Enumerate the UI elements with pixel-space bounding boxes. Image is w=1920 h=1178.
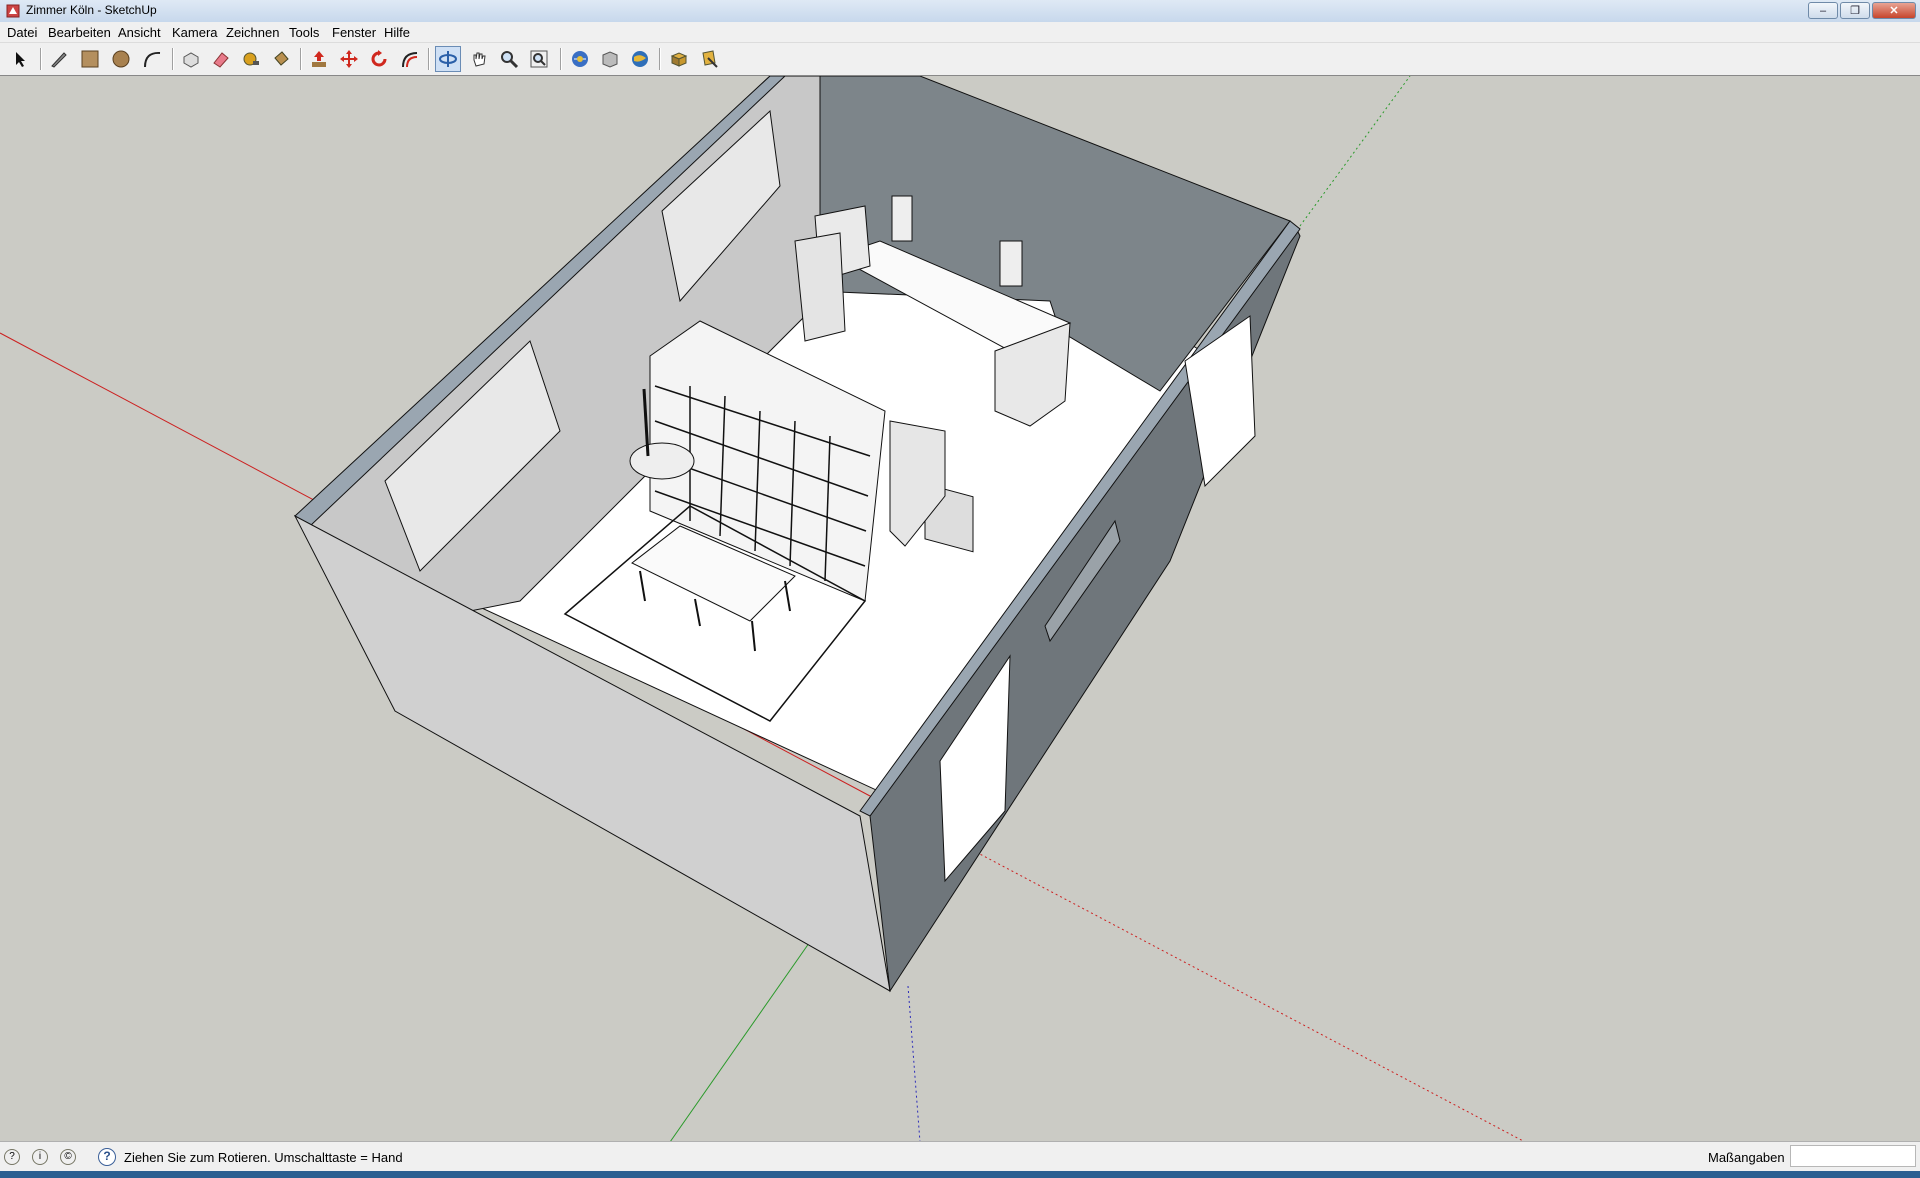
credits-icon[interactable]: i — [32, 1149, 48, 1165]
menu-fenster[interactable]: Fenster — [332, 25, 376, 40]
eraser-icon[interactable] — [208, 46, 234, 72]
speaker-left — [891, 195, 913, 242]
measurements-label: Maßangaben — [1708, 1150, 1785, 1165]
pan-hand-icon[interactable] — [466, 46, 492, 72]
arc-icon[interactable] — [139, 46, 165, 72]
speaker-right — [999, 240, 1023, 287]
select-tool-icon[interactable] — [8, 46, 34, 72]
menu-bearbeiten[interactable]: Bearbeiten — [48, 25, 111, 40]
menu-hilfe[interactable]: Hilfe — [384, 25, 410, 40]
make-component-icon[interactable] — [178, 46, 204, 72]
move-icon[interactable] — [336, 46, 362, 72]
window-title: Zimmer Köln - SketchUp — [26, 3, 157, 17]
status-bar: ? i © ? Ziehen Sie zum Rotieren. Umschal… — [0, 1141, 1920, 1172]
get-models-icon[interactable] — [567, 46, 593, 72]
zoom-extents-icon[interactable] — [526, 46, 552, 72]
sign-in-icon[interactable]: © — [60, 1149, 76, 1165]
minimize-button[interactable]: – — [1808, 2, 1838, 19]
rotate-icon[interactable] — [366, 46, 392, 72]
close-button[interactable]: ✕ — [1872, 2, 1916, 19]
geolocation-icon[interactable]: ? — [4, 1149, 20, 1165]
rectangle-icon[interactable] — [77, 46, 103, 72]
floor-lamp-base — [629, 442, 695, 480]
orbit-icon[interactable] — [435, 46, 461, 72]
sketchup-app-icon — [6, 4, 20, 18]
3d-viewport[interactable] — [0, 75, 1920, 1142]
green-axis — [669, 915, 829, 1142]
paint-bucket-icon[interactable] — [268, 46, 294, 72]
main-toolbar — [0, 43, 1920, 76]
title-bar: Zimmer Köln - SketchUp – ❐ ✕ — [0, 0, 1920, 23]
blue-axis-dotted — [907, 985, 921, 1142]
menu-tools[interactable]: Tools — [289, 25, 319, 40]
room-model-drawing — [0, 76, 1526, 1142]
menu-kamera[interactable]: Kamera — [172, 25, 218, 40]
help-icon[interactable]: ? — [98, 1148, 116, 1166]
share-model-icon[interactable] — [597, 46, 623, 72]
google-earth-icon[interactable] — [627, 46, 653, 72]
offset-icon[interactable] — [396, 46, 422, 72]
components-icon[interactable] — [666, 46, 692, 72]
circle-icon[interactable] — [108, 46, 134, 72]
restore-button[interactable]: ❐ — [1840, 2, 1870, 19]
taskbar — [0, 1171, 1920, 1178]
menu-ansicht[interactable]: Ansicht — [118, 25, 161, 40]
status-message: Ziehen Sie zum Rotieren. Umschalttaste =… — [124, 1150, 403, 1165]
green-axis-dotted — [1299, 76, 1411, 227]
measurements-input[interactable] — [1790, 1145, 1916, 1167]
tape-measure-icon[interactable] — [238, 46, 264, 72]
menu-bar: Datei Bearbeiten Ansicht Kamera Zeichnen… — [0, 22, 1920, 43]
pencil-icon[interactable] — [46, 46, 72, 72]
menu-datei[interactable]: Datei — [7, 25, 37, 40]
push-pull-icon[interactable] — [306, 46, 332, 72]
menu-zeichnen[interactable]: Zeichnen — [226, 25, 279, 40]
zoom-icon[interactable] — [496, 46, 522, 72]
section-plane-icon[interactable] — [696, 46, 722, 72]
